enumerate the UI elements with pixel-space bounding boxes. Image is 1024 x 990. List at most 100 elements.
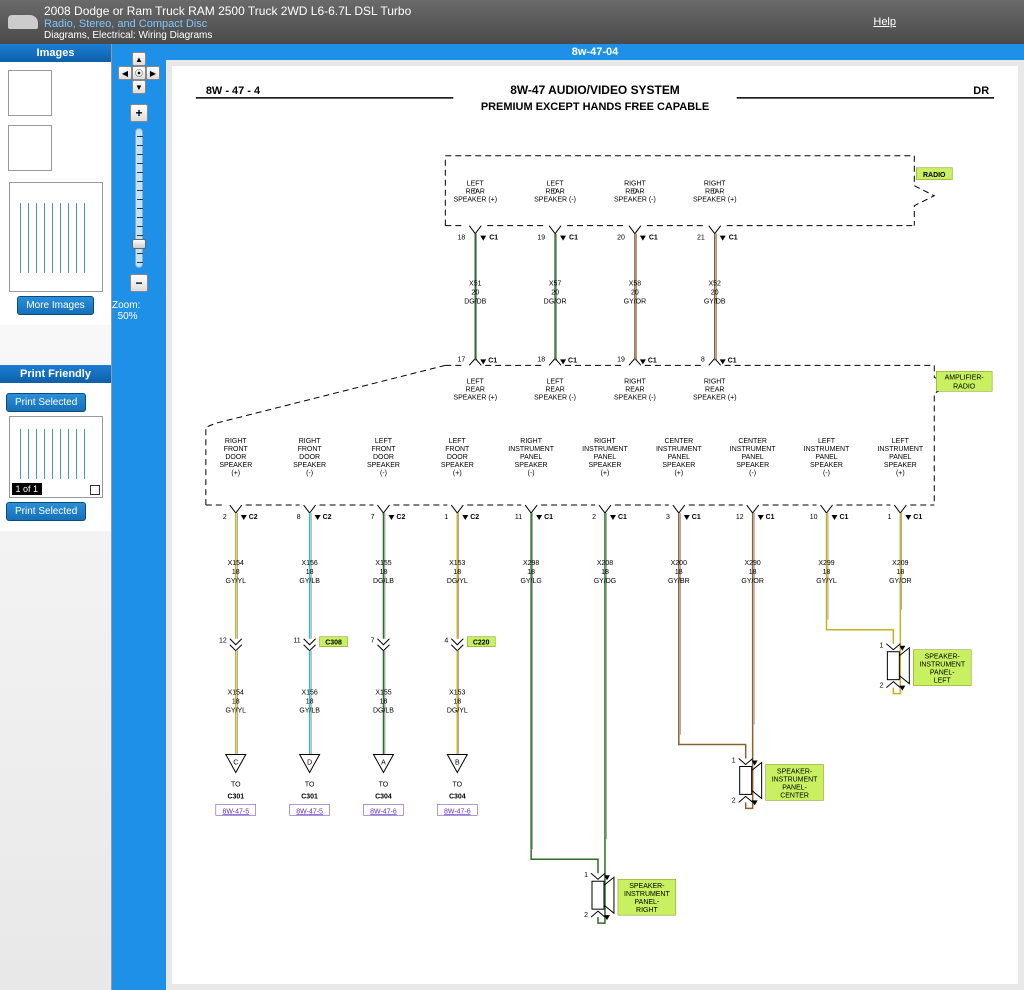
svg-text:1: 1 xyxy=(732,757,736,764)
thumbnail-next[interactable] xyxy=(8,125,52,171)
svg-text:12: 12 xyxy=(736,514,744,521)
svg-text:X15318DG/YL: X15318DG/YL xyxy=(447,690,468,715)
svg-text:C2: C2 xyxy=(470,514,479,521)
svg-text:3: 3 xyxy=(666,514,670,521)
svg-text:19: 19 xyxy=(617,356,625,363)
svg-text:X29918GY/YL: X29918GY/YL xyxy=(816,560,837,585)
svg-text:8W-47-5: 8W-47-5 xyxy=(296,808,323,815)
print-checkbox[interactable] xyxy=(90,485,100,495)
svg-text:1: 1 xyxy=(887,514,891,521)
svg-text:DR: DR xyxy=(973,85,989,97)
svg-text:LEFTINSTRUMENTPANELSPEAKER(+): LEFTINSTRUMENTPANELSPEAKER(+) xyxy=(877,438,923,477)
diagram-tab-title: 8w-47-04 xyxy=(166,44,1024,60)
svg-text:C301: C301 xyxy=(301,793,318,800)
svg-text:LEFTREARSPEAKER (+): LEFTREARSPEAKER (+) xyxy=(453,181,497,204)
svg-text:CENTERINSTRUMENTPANELSPEAKER(+: CENTERINSTRUMENTPANELSPEAKER(+) xyxy=(656,438,702,477)
print-selected-bottom-button[interactable]: Print Selected xyxy=(6,502,86,521)
svg-text:LEFTREARSPEAKER (-): LEFTREARSPEAKER (-) xyxy=(534,378,576,401)
svg-text:C304: C304 xyxy=(375,793,392,800)
vehicle-title: 2008 Dodge or Ram Truck RAM 2500 Truck 2… xyxy=(44,4,873,18)
images-body: More Images xyxy=(0,62,111,325)
pan-down-button[interactable]: ▼ xyxy=(132,80,146,94)
svg-text:C1: C1 xyxy=(488,357,497,364)
print-selected-top-button[interactable]: Print Selected xyxy=(6,393,86,412)
pan-center-button[interactable]: ⦿ xyxy=(132,66,146,80)
wiring-diagram: 8W - 47 - 4 8W-47 AUDIO/VIDEO SYSTEM PRE… xyxy=(172,66,1018,984)
svg-text:RIGHTFRONTDOORSPEAKER(+): RIGHTFRONTDOORSPEAKER(+) xyxy=(219,438,252,477)
svg-text:2: 2 xyxy=(584,912,588,919)
svg-text:C1: C1 xyxy=(649,235,658,242)
svg-text:7: 7 xyxy=(371,638,375,645)
svg-text:1: 1 xyxy=(444,514,448,521)
svg-text:C220: C220 xyxy=(473,640,490,647)
svg-text:TO: TO xyxy=(305,781,315,788)
zoom-out-button[interactable]: − xyxy=(130,274,148,292)
svg-text:X5120DG/DB: X5120DG/DB xyxy=(464,281,486,306)
help-link[interactable]: Help xyxy=(873,16,896,28)
zoom-in-button[interactable]: + xyxy=(130,104,148,122)
svg-text:X15518DG/LB: X15518DG/LB xyxy=(373,690,394,715)
page-indicator: 1 of 1 xyxy=(12,483,43,495)
svg-text:C304: C304 xyxy=(449,793,466,800)
diagram-viewport[interactable]: 8W - 47 - 4 8W-47 AUDIO/VIDEO SYSTEM PRE… xyxy=(166,60,1024,990)
svg-text:C1: C1 xyxy=(544,514,553,521)
svg-text:RIGHTREARSPEAKER (-): RIGHTREARSPEAKER (-) xyxy=(614,181,656,204)
svg-text:7: 7 xyxy=(371,514,375,521)
svg-text:17: 17 xyxy=(458,356,466,363)
print-header: Print Friendly xyxy=(0,365,111,383)
svg-text:LEFTFRONTDOORSPEAKER(-): LEFTFRONTDOORSPEAKER(-) xyxy=(367,438,400,477)
print-body: Print Selected 1 of 1 Print Selected xyxy=(0,383,111,531)
svg-text:A: A xyxy=(381,759,386,766)
title-bar: 2008 Dodge or Ram Truck RAM 2500 Truck 2… xyxy=(0,0,1024,44)
pan-right-button[interactable]: ▶ xyxy=(146,66,160,80)
svg-text:8W - 47 - 4: 8W - 47 - 4 xyxy=(206,85,261,97)
zoom-slider-thumb[interactable] xyxy=(132,239,146,249)
svg-text:X5220GY/DB: X5220GY/DB xyxy=(704,281,726,306)
svg-text:X15518DG/LB: X15518DG/LB xyxy=(373,560,394,585)
svg-text:C1: C1 xyxy=(489,235,498,242)
svg-text:2: 2 xyxy=(732,797,736,804)
svg-text:11: 11 xyxy=(515,514,522,521)
svg-text:RIGHTINSTRUMENTPANELSPEAKER(-): RIGHTINSTRUMENTPANELSPEAKER(-) xyxy=(508,438,554,477)
zoom-label: Zoom: 50% xyxy=(112,300,166,322)
more-images-button[interactable]: More Images xyxy=(17,296,93,315)
svg-text:RIGHTREARSPEAKER (-): RIGHTREARSPEAKER (-) xyxy=(614,378,656,401)
system-subtitle[interactable]: Radio, Stereo, and Compact Disc xyxy=(44,18,873,30)
svg-text:LEFTINSTRUMENTPANELSPEAKER(-): LEFTINSTRUMENTPANELSPEAKER(-) xyxy=(804,438,850,477)
svg-text:C2: C2 xyxy=(396,514,405,521)
svg-text:C301: C301 xyxy=(227,793,244,800)
svg-text:TO: TO xyxy=(453,781,463,788)
svg-text:8W-47-5: 8W-47-5 xyxy=(222,808,249,815)
svg-text:C1: C1 xyxy=(729,235,738,242)
svg-text:X15318DG/YL: X15318DG/YL xyxy=(447,560,468,585)
svg-text:B: B xyxy=(455,759,460,766)
svg-text:10: 10 xyxy=(810,514,818,521)
svg-text:X15418GY/YL: X15418GY/YL xyxy=(226,560,247,585)
svg-text:RIGHTREARSPEAKER (+): RIGHTREARSPEAKER (+) xyxy=(693,181,737,204)
svg-text:RADIO: RADIO xyxy=(923,172,946,179)
svg-text:X5720DG/OR: X5720DG/OR xyxy=(544,281,567,306)
svg-text:X15418GY/YL: X15418GY/YL xyxy=(226,690,247,715)
svg-text:X15618GY/LB: X15618GY/LB xyxy=(299,560,320,585)
svg-text:C1: C1 xyxy=(728,357,737,364)
title-text: 2008 Dodge or Ram Truck RAM 2500 Truck 2… xyxy=(44,4,873,41)
svg-text:1: 1 xyxy=(584,872,588,879)
svg-text:TO: TO xyxy=(379,781,389,788)
svg-text:C1: C1 xyxy=(569,235,578,242)
thumbnail-prev[interactable] xyxy=(8,70,52,116)
svg-text:21: 21 xyxy=(697,235,705,242)
thumbnail-large[interactable] xyxy=(9,182,103,292)
svg-text:C2: C2 xyxy=(323,514,332,521)
svg-text:LEFTREARSPEAKER (+): LEFTREARSPEAKER (+) xyxy=(453,378,497,401)
print-thumbnail[interactable]: 1 of 1 xyxy=(9,416,103,498)
svg-text:C2: C2 xyxy=(249,514,258,521)
pan-up-button[interactable]: ▲ xyxy=(132,52,146,66)
zoom-slider[interactable] xyxy=(135,128,143,268)
svg-text:RIGHTINSTRUMENTPANELSPEAKER(+): RIGHTINSTRUMENTPANELSPEAKER(+) xyxy=(582,438,628,477)
pan-dpad: ▲ ▼ ◀ ▶ ⦿ xyxy=(118,52,160,94)
car-icon xyxy=(8,15,38,29)
svg-text:11: 11 xyxy=(293,638,300,645)
svg-text:RIGHTREARSPEAKER (+): RIGHTREARSPEAKER (+) xyxy=(693,378,737,401)
svg-text:1: 1 xyxy=(879,643,883,650)
pan-left-button[interactable]: ◀ xyxy=(118,66,132,80)
